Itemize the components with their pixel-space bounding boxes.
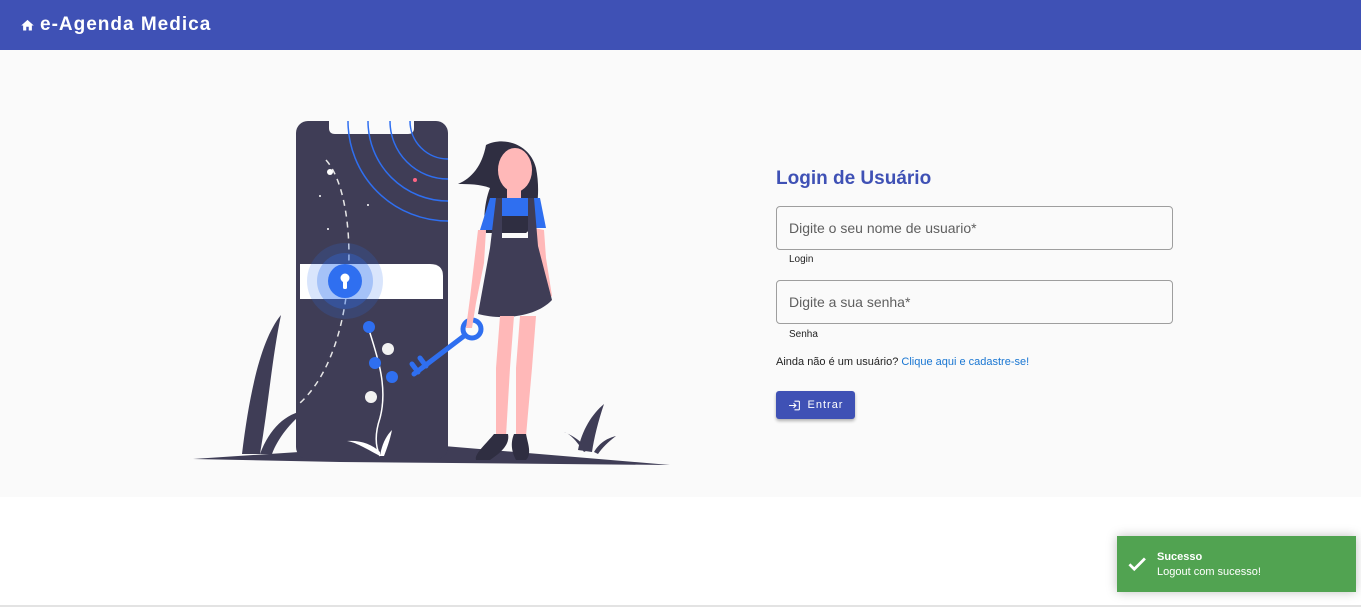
toast-text: Sucesso Logout com sucesso! — [1157, 551, 1261, 578]
username-field[interactable] — [776, 206, 1173, 250]
toast-message: Logout com sucesso! — [1157, 565, 1261, 578]
password-hint: Senha — [789, 329, 818, 340]
home-icon[interactable] — [20, 18, 35, 33]
success-toast[interactable]: Sucesso Logout com sucesso! — [1117, 536, 1356, 592]
username-hint: Login — [789, 254, 814, 265]
login-section: Login de Usuário Login Senha Ainda não é… — [0, 50, 1361, 497]
password-field[interactable] — [776, 280, 1173, 324]
login-illustration — [193, 120, 670, 465]
password-input[interactable] — [777, 281, 1172, 323]
toast-title: Sucesso — [1157, 550, 1203, 563]
register-prompt: Ainda não é um usuário? Clique aqui e ca… — [776, 356, 1029, 368]
register-prompt-text: Ainda não é um usuário? — [776, 356, 899, 368]
phone-notch — [329, 121, 414, 134]
login-icon — [788, 399, 801, 412]
register-link[interactable]: Clique aqui e cadastre-se! — [901, 356, 1029, 368]
woman-illustration — [458, 141, 552, 460]
top-toolbar: e-Agenda Medica — [0, 0, 1361, 50]
app-title[interactable]: e-Agenda Medica — [40, 14, 211, 36]
footer-divider — [0, 605, 1361, 607]
login-title: Login de Usuário — [776, 168, 932, 189]
username-input[interactable] — [777, 207, 1172, 249]
enter-button[interactable]: Entrar — [776, 391, 855, 419]
enter-button-label: Entrar — [807, 399, 844, 411]
check-icon — [1117, 553, 1157, 575]
